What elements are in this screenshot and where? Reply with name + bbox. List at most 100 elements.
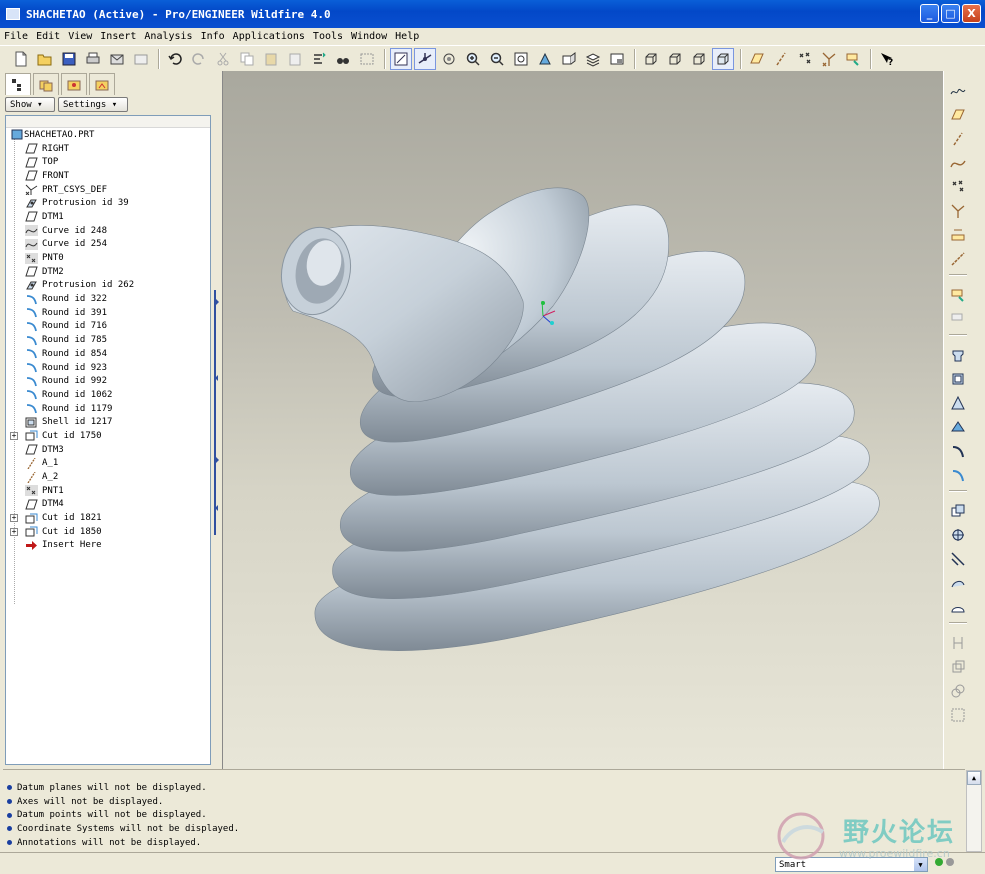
annotations-toggle-icon[interactable] [842, 48, 864, 70]
find-binoculars-icon[interactable] [332, 48, 354, 70]
context-help-icon[interactable]: ? [876, 48, 898, 70]
tree-item[interactable]: DTM3 [6, 443, 210, 457]
expand-icon[interactable]: + [10, 514, 18, 523]
saved-views-icon[interactable] [558, 48, 580, 70]
scroll-up-icon[interactable]: ▲ [967, 771, 981, 785]
expand-icon[interactable]: + [10, 527, 18, 536]
tree-item[interactable]: Curve id 248 [6, 224, 210, 238]
print-icon[interactable] [82, 48, 104, 70]
view-manager-icon[interactable] [606, 48, 628, 70]
tree-item[interactable]: A_1 [6, 457, 210, 471]
menu-info[interactable]: Info [201, 31, 225, 42]
copy-icon[interactable] [236, 48, 258, 70]
tab-connections[interactable] [89, 73, 115, 95]
menu-window[interactable]: Window [351, 31, 387, 42]
extrude-tool-icon[interactable] [948, 345, 968, 365]
maximize-button[interactable]: □ [941, 4, 960, 23]
tree-item[interactable]: Round id 716 [6, 320, 210, 334]
undo-icon[interactable] [164, 48, 186, 70]
trim-tool-icon[interactable] [948, 633, 968, 653]
zoom-in-icon[interactable] [462, 48, 484, 70]
tree-item[interactable]: PRT_CSYS_DEF [6, 183, 210, 197]
revolve-tool-icon[interactable] [948, 369, 968, 389]
shift-boot-model[interactable] [223, 71, 943, 769]
title-bar[interactable]: SHACHETAO (Active) - Pro/ENGINEER Wildfi… [0, 0, 985, 28]
paste-icon[interactable] [260, 48, 282, 70]
pattern-tool-icon[interactable] [948, 573, 968, 593]
datum-axes-toggle-icon[interactable] [770, 48, 792, 70]
tree-item[interactable]: + Cut id 1821 [6, 511, 210, 525]
wireframe-icon[interactable] [640, 48, 662, 70]
tree-item[interactable]: Round id 992 [6, 374, 210, 388]
menu-file[interactable]: File [4, 31, 28, 42]
regenerate-icon[interactable] [308, 48, 330, 70]
cut-scissors-icon[interactable] [212, 48, 234, 70]
splitter-handle[interactable] [214, 290, 216, 535]
menu-applications[interactable]: Applications [233, 31, 305, 42]
datum-axis-tool-icon[interactable] [948, 129, 968, 149]
datum-planes-toggle-icon[interactable] [746, 48, 768, 70]
sketched-datum-icon[interactable] [948, 285, 968, 305]
menu-view[interactable]: View [68, 31, 92, 42]
repaint-icon[interactable] [390, 47, 412, 70]
open-folder-icon[interactable] [34, 48, 56, 70]
merge-tool-icon[interactable] [948, 657, 968, 677]
close-button[interactable]: X [962, 4, 981, 23]
expand-icon[interactable]: + [10, 431, 18, 440]
paste-special-icon[interactable] [284, 48, 306, 70]
datum-curve-tool-icon[interactable] [948, 153, 968, 173]
orient-mode-icon[interactable] [438, 48, 460, 70]
blend-tool-icon[interactable] [948, 417, 968, 437]
save-icon[interactable] [58, 48, 80, 70]
tree-item[interactable]: Round id 785 [6, 333, 210, 347]
tree-item[interactable]: Round id 1179 [6, 402, 210, 416]
tree-item[interactable]: + Cut id 1850 [6, 525, 210, 539]
mail-attach-icon[interactable] [130, 48, 152, 70]
hole-tool-icon[interactable] [948, 441, 968, 461]
tree-item[interactable]: PNT1 [6, 484, 210, 498]
select-box-icon[interactable] [356, 48, 378, 70]
csys-toggle-icon[interactable] [818, 48, 840, 70]
annotation-tool-icon[interactable] [948, 309, 968, 329]
rib-tool-icon[interactable] [948, 525, 968, 545]
menu-help[interactable]: Help [395, 31, 419, 42]
tree-item[interactable]: DTM2 [6, 265, 210, 279]
tree-item[interactable]: Curve id 254 [6, 238, 210, 252]
redo-icon[interactable] [188, 48, 210, 70]
tree-item[interactable]: Round id 391 [6, 306, 210, 320]
datum-points-toggle-icon[interactable] [794, 48, 816, 70]
tree-item[interactable]: PNT0 [6, 251, 210, 265]
tab-folder-browser[interactable] [33, 73, 59, 95]
spin-center-icon[interactable] [414, 47, 436, 70]
datum-graph-tool-icon[interactable] [948, 249, 968, 269]
tree-item[interactable]: Shell id 1217 [6, 415, 210, 429]
tree-item[interactable]: Round id 854 [6, 347, 210, 361]
graphics-window[interactable] [222, 71, 943, 769]
datum-plane-tool-icon[interactable] [948, 105, 968, 125]
tree-item[interactable]: Round id 923 [6, 361, 210, 375]
tree-item[interactable]: Protrusion id 39 [6, 196, 210, 210]
analysis-tool-icon[interactable] [948, 225, 968, 245]
menu-insert[interactable]: Insert [100, 31, 136, 42]
menu-tools[interactable]: Tools [313, 31, 343, 42]
menu-edit[interactable]: Edit [36, 31, 60, 42]
tree-item[interactable]: TOP [6, 155, 210, 169]
tree-item[interactable]: Protrusion id 262 [6, 279, 210, 293]
tree-item[interactable]: A_2 [6, 470, 210, 484]
csys-tool-icon[interactable] [948, 201, 968, 221]
tree-item[interactable]: + Cut id 1750 [6, 429, 210, 443]
round-tool-icon[interactable] [948, 465, 968, 485]
sketch-tool-icon[interactable] [948, 81, 968, 101]
mirror-tool-icon[interactable] [948, 597, 968, 617]
show-dropdown[interactable]: Show ▾ [5, 97, 55, 112]
layers-icon[interactable] [582, 48, 604, 70]
tab-model-tree[interactable] [5, 73, 31, 95]
minimize-button[interactable]: _ [920, 4, 939, 23]
tree-item[interactable]: SHACHETAO.PRT [6, 128, 210, 142]
datum-point-tool-icon[interactable] [948, 177, 968, 197]
shading-icon[interactable] [712, 47, 734, 70]
tree-item[interactable]: Round id 1062 [6, 388, 210, 402]
draft-tool-icon[interactable] [948, 549, 968, 569]
tree-item[interactable]: DTM4 [6, 498, 210, 512]
zoom-out-icon[interactable] [486, 48, 508, 70]
